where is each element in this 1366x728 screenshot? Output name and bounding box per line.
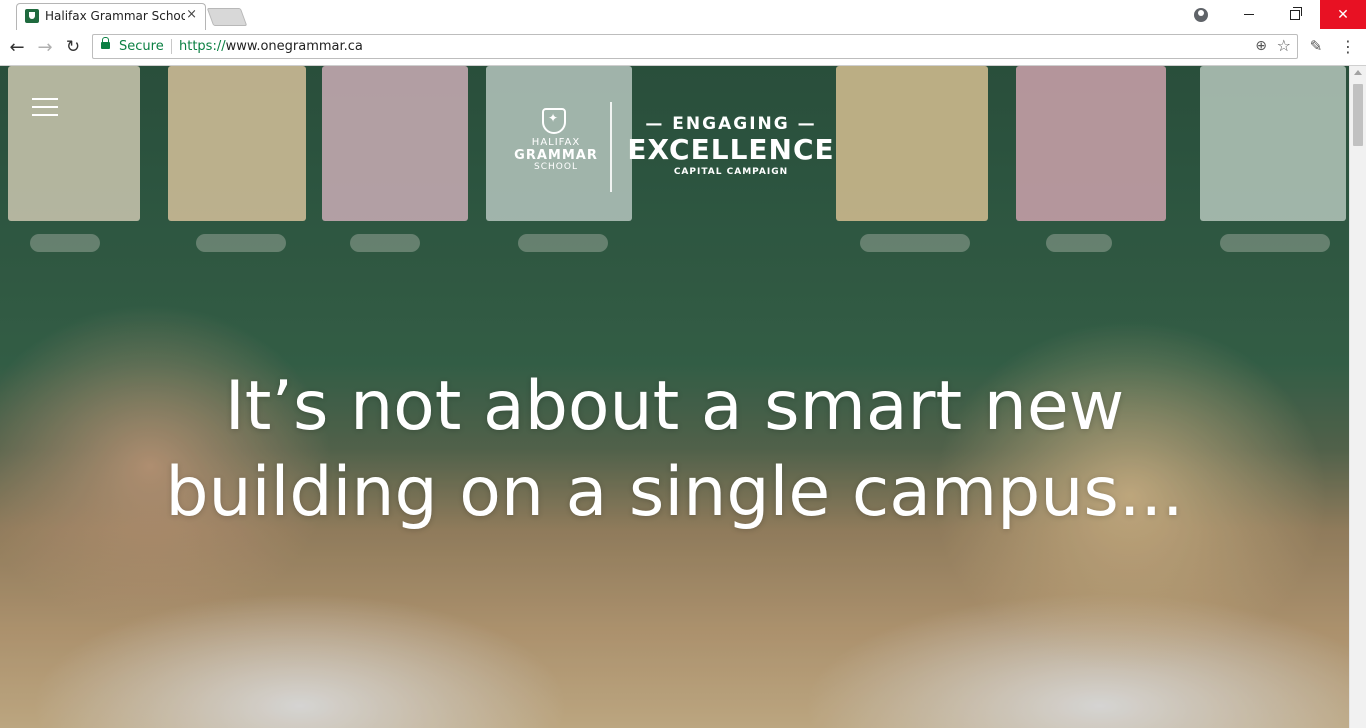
secure-label[interactable]: Secure <box>119 39 164 54</box>
hamburger-menu-icon <box>32 114 58 116</box>
hamburger-menu-icon <box>32 98 58 100</box>
profile-icon <box>1194 7 1208 22</box>
url-text[interactable]: https://www.onegrammar.ca <box>179 39 363 54</box>
school-wordmark: HALIFAX GRAMMAR SCHOOL <box>514 138 598 172</box>
campaign-line-1: — ENGAGING — <box>645 114 817 134</box>
address-bar[interactable]: Secure https://www.onegrammar.ca ⊕ ☆ <box>92 34 1298 59</box>
url-scheme: https:// <box>179 39 226 54</box>
back-button[interactable]: ← <box>6 36 28 58</box>
kebab-menu-icon[interactable]: ⋮ <box>1338 37 1358 57</box>
zoom-icon[interactable]: ⊕ <box>1255 38 1267 54</box>
tab-strip: Halifax Grammar School × ✕ <box>0 0 1366 31</box>
headline-line-1: It’s not about a smart new <box>224 367 1125 446</box>
profile-button[interactable] <box>1178 0 1224 29</box>
hero-headline: It’s not about a smart new building on a… <box>0 364 1349 536</box>
eyedropper-icon[interactable]: ✎ <box>1306 37 1326 57</box>
close-window-button[interactable]: ✕ <box>1320 0 1366 29</box>
campaign-logo[interactable]: HALIFAX GRAMMAR SCHOOL — ENGAGING — EXCE… <box>514 102 834 194</box>
school-line-1: HALIFAX <box>531 137 581 148</box>
campaign-line-3: CAPITAL CAMPAIGN <box>673 167 789 177</box>
headline-line-2: building on a single campus... <box>165 453 1184 532</box>
page-viewport: HALIFAX GRAMMAR SCHOOL — ENGAGING — EXCE… <box>0 66 1349 728</box>
tab-close-icon[interactable]: × <box>186 7 197 22</box>
school-line-3: SCHOOL <box>534 162 578 172</box>
reload-button[interactable]: ↻ <box>62 36 84 58</box>
scroll-up-icon[interactable] <box>1354 70 1362 75</box>
reload-icon: ↻ <box>65 37 81 57</box>
vertical-scrollbar[interactable] <box>1349 66 1366 728</box>
scroll-thumb[interactable] <box>1353 84 1363 146</box>
campaign-line-2: EXCELLENCE <box>627 133 835 166</box>
hamburger-menu-icon <box>32 106 58 108</box>
favicon-icon <box>25 9 39 23</box>
close-icon: ✕ <box>1337 6 1349 23</box>
lock-icon[interactable] <box>101 37 110 49</box>
maximize-icon <box>1290 6 1302 20</box>
browser-tab[interactable]: Halifax Grammar School × <box>16 3 206 30</box>
forward-button[interactable]: → <box>34 36 56 58</box>
url-host: www.onegrammar.ca <box>225 39 363 54</box>
tab-title: Halifax Grammar School <box>45 9 185 23</box>
back-arrow-icon: ← <box>9 36 25 58</box>
crest-icon <box>542 108 566 134</box>
campaign-wordmark: — ENGAGING — EXCELLENCE CAPITAL CAMPAIGN <box>626 116 836 177</box>
omnibox-divider <box>171 39 172 54</box>
school-line-2: GRAMMAR <box>514 148 598 163</box>
maximize-button[interactable] <box>1272 0 1318 29</box>
minimize-button[interactable] <box>1226 0 1272 29</box>
forward-arrow-icon: → <box>37 36 53 58</box>
browser-toolbar: ← → ↻ Secure https://www.onegrammar.ca ⊕… <box>0 30 1366 66</box>
hamburger-menu-button[interactable] <box>32 98 58 118</box>
minimize-icon <box>1244 14 1254 15</box>
logo-divider <box>610 102 612 192</box>
star-icon[interactable]: ☆ <box>1277 36 1291 55</box>
new-tab-button[interactable] <box>206 8 248 26</box>
